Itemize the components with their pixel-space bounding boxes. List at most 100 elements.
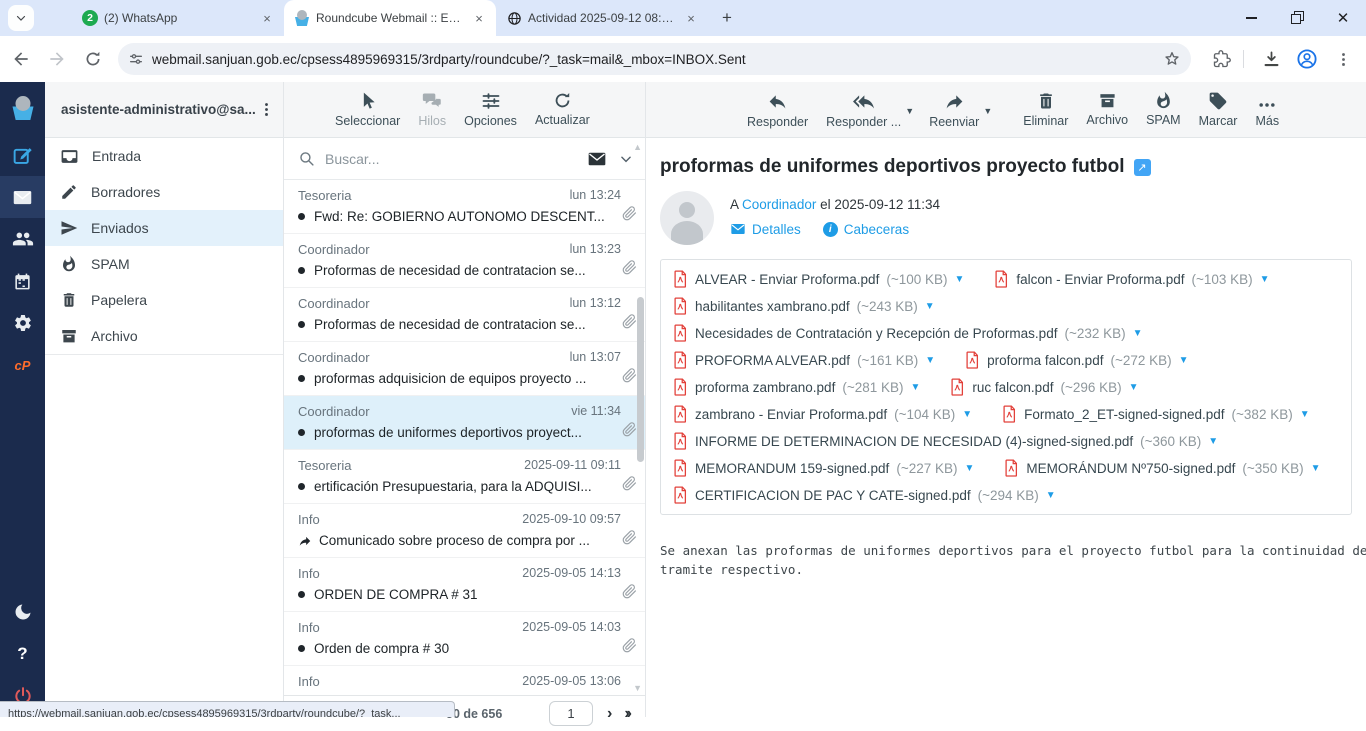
attachment-name[interactable]: proforma falcon.pdf [987,353,1103,368]
attachment-item[interactable]: zambrano - Enviar Proforma.pdf (~104 KB)… [673,405,972,423]
new-tab-button[interactable]: + [714,5,740,31]
attachment-menu-caret-icon[interactable]: ▼ [962,409,972,420]
cpanel-icon[interactable]: cP [0,344,45,386]
attachment-name[interactable]: Necesidades de Contratación y Recepción … [695,326,1057,341]
message-list-item[interactable]: Coordinador lun 13:12 Proformas de neces… [284,288,645,342]
attachment-menu-caret-icon[interactable]: ▼ [1129,382,1139,393]
tab-whatsapp[interactable]: 2 (2) WhatsApp × [72,0,284,36]
attachment-name[interactable]: proforma zambrano.pdf [695,380,835,395]
folder-enviados[interactable]: Enviados [45,210,283,246]
reply-all-button[interactable]: Responder ...▼ [817,89,910,131]
recipient-link[interactable]: Coordinador [742,197,816,212]
attachment-item[interactable]: proforma falcon.pdf (~272 KB) ▼ [965,351,1188,369]
details-link[interactable]: Detalles [730,221,801,237]
scroll-down-icon[interactable]: ▼ [633,683,642,693]
attachment-name[interactable]: CERTIFICACION DE PAC Y CATE-signed.pdf [695,488,971,503]
nav-settings-icon[interactable] [0,302,45,344]
folder-spam[interactable]: SPAM [45,246,283,282]
attachment-item[interactable]: MEMORANDUM 159-signed.pdf (~227 KB) ▼ [673,459,974,477]
folder-borradores[interactable]: Borradores [45,174,283,210]
message-list-item[interactable]: Info 2025-09-05 14:03 Orden de compra # … [284,612,645,666]
nav-calendar-icon[interactable] [0,260,45,302]
forward-caret-icon[interactable]: ▼ [983,106,992,116]
nav-mail-icon[interactable] [0,176,45,218]
attachment-menu-caret-icon[interactable]: ▼ [1046,490,1056,501]
message-list-item[interactable]: Tesoreria 2025-09-11 09:11 ertificación … [284,450,645,504]
message-list-item[interactable]: Coordinador vie 11:34 proformas de unifo… [284,396,645,450]
options-button[interactable]: Opciones [455,89,526,130]
refresh-button[interactable]: Actualizar [526,89,599,129]
bookmark-star-icon[interactable] [1163,50,1181,68]
attachment-item[interactable]: ruc falcon.pdf (~296 KB) ▼ [950,378,1138,396]
message-list-item[interactable]: Info 2025-09-10 09:57 Comunicado sobre p… [284,504,645,558]
window-restore-button[interactable] [1274,0,1320,36]
address-bar[interactable]: webmail.sanjuan.gob.ec/cpsess4895969315/… [118,43,1191,75]
downloads-icon[interactable] [1256,44,1286,74]
attachment-name[interactable]: INFORME DE DETERMINACION DE NECESIDAD (4… [695,434,1133,449]
scroll-up-icon[interactable]: ▲ [633,142,642,152]
attachment-menu-caret-icon[interactable]: ▼ [925,355,935,366]
dark-mode-icon[interactable] [0,591,45,633]
attachment-item[interactable]: ALVEAR - Enviar Proforma.pdf (~100 KB) ▼ [673,270,964,288]
message-list-item[interactable]: Tesoreria lun 13:24 Fwd: Re: GOBIERNO AU… [284,180,645,234]
search-options-caret-icon[interactable] [619,152,633,166]
window-close-button[interactable]: ✕ [1320,0,1366,36]
attachment-item[interactable]: falcon - Enviar Proforma.pdf (~103 KB) ▼ [994,270,1269,288]
folder-entrada[interactable]: Entrada [45,138,283,174]
message-list-item[interactable]: Info 2025-09-05 14:13 ORDEN DE COMPRA # … [284,558,645,612]
tab-close-icon[interactable]: × [258,9,276,27]
browser-menu-icon[interactable] [1328,44,1358,74]
spam-button[interactable]: SPAM [1137,89,1190,129]
forward-button-mail[interactable]: Reenviar▼ [920,89,988,131]
attachment-menu-caret-icon[interactable]: ▼ [1311,463,1321,474]
profile-icon[interactable] [1292,44,1322,74]
tab-close-icon[interactable]: × [470,9,488,27]
attachment-item[interactable]: Necesidades de Contratación y Recepción … [673,324,1143,342]
attachment-name[interactable]: ruc falcon.pdf [972,380,1053,395]
reply-all-caret-icon[interactable]: ▼ [905,106,914,116]
attachment-menu-caret-icon[interactable]: ▼ [965,463,975,474]
last-page-icon[interactable]: ›› [624,705,629,723]
select-button[interactable]: Seleccionar [326,89,409,130]
attachment-name[interactable]: habilitantes xambrano.pdf [695,299,850,314]
tab-search-button[interactable] [8,5,34,31]
reload-button[interactable] [78,44,108,74]
scope-envelope-icon[interactable] [587,149,607,169]
attachment-item[interactable]: INFORME DE DETERMINACION DE NECESIDAD (4… [673,432,1218,450]
attachment-item[interactable]: proforma zambrano.pdf (~281 KB) ▼ [673,378,920,396]
attachment-menu-caret-icon[interactable]: ▼ [925,301,935,312]
nav-contacts-icon[interactable] [0,218,45,260]
attachment-menu-caret-icon[interactable]: ▼ [955,274,965,285]
attachment-item[interactable]: Formato_2_ET-signed-signed.pdf (~382 KB)… [1002,405,1309,423]
folder-papelera[interactable]: Papelera [45,282,283,318]
compose-button[interactable] [0,134,45,176]
attachment-menu-caret-icon[interactable]: ▼ [911,382,921,393]
tab-actividad[interactable]: Actividad 2025-09-12 08:00:00 × [496,0,708,36]
page-input[interactable]: 1 [549,701,593,726]
headers-link[interactable]: iCabeceras [823,222,909,237]
roundcube-logo[interactable] [0,82,45,134]
window-minimize-button[interactable] [1228,0,1274,36]
account-menu-icon[interactable] [258,101,275,118]
message-list-item[interactable]: Coordinador lun 13:07 proformas adquisic… [284,342,645,396]
list-scrollbar[interactable] [637,297,644,462]
attachment-menu-caret-icon[interactable]: ▼ [1133,328,1143,339]
extensions-icon[interactable] [1207,44,1237,74]
attachment-name[interactable]: ALVEAR - Enviar Proforma.pdf [695,272,879,287]
reply-button[interactable]: Responder [738,89,817,131]
attachment-name[interactable]: zambrano - Enviar Proforma.pdf [695,407,887,422]
attachment-item[interactable]: PROFORMA ALVEAR.pdf (~161 KB) ▼ [673,351,935,369]
attachment-menu-caret-icon[interactable]: ▼ [1179,355,1189,366]
attachment-menu-caret-icon[interactable]: ▼ [1208,436,1218,447]
forward-button[interactable] [42,44,72,74]
open-in-new-window-icon[interactable]: ↗ [1134,159,1151,176]
tab-close-icon[interactable]: × [682,9,700,27]
attachment-item[interactable]: habilitantes xambrano.pdf (~243 KB) ▼ [673,297,935,315]
attachment-item[interactable]: MEMORÁNDUM Nº750-signed.pdf (~350 KB) ▼ [1004,459,1320,477]
tab-roundcube[interactable]: Roundcube Webmail :: Enviados × [284,0,496,36]
threads-button[interactable]: Hilos [409,89,455,130]
search-bar[interactable]: Buscar... [284,138,645,180]
attachment-name[interactable]: falcon - Enviar Proforma.pdf [1016,272,1184,287]
back-button[interactable] [6,44,36,74]
help-icon[interactable]: ? [0,633,45,675]
